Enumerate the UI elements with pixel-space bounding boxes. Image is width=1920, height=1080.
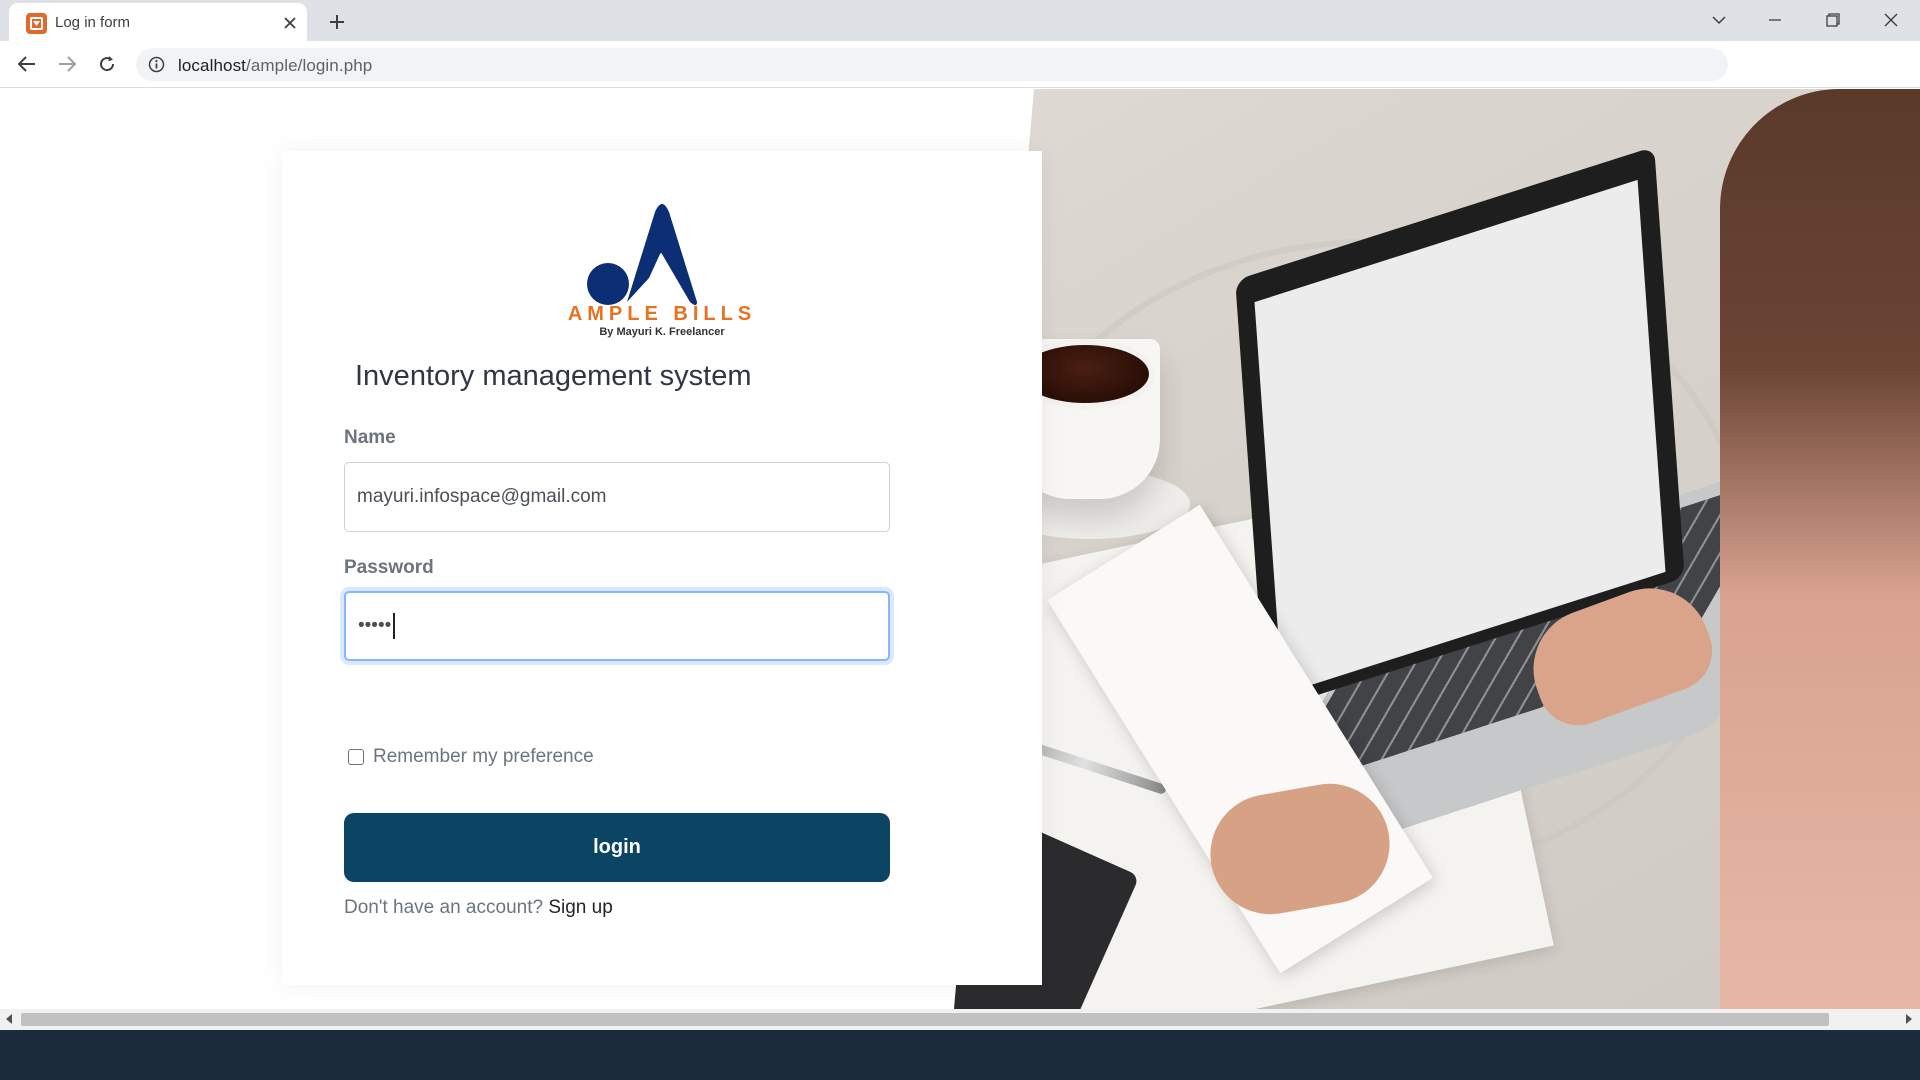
minimize-icon[interactable] <box>1752 4 1798 36</box>
brand-tagline: By Mayuri K. Freelancer <box>599 326 725 338</box>
url-path: /ample/login.php <box>246 56 373 75</box>
password-input[interactable]: ••••• <box>344 591 890 661</box>
name-input[interactable]: mayuri.infospace@gmail.com <box>344 462 890 532</box>
remember-checkbox[interactable] <box>348 749 364 765</box>
scroll-left-icon[interactable] <box>6 1014 12 1024</box>
horizontal-scrollbar[interactable] <box>0 1009 1920 1030</box>
password-input-value: ••••• <box>358 615 392 636</box>
info-icon[interactable] <box>148 56 165 73</box>
page-title: Inventory management system <box>355 360 752 392</box>
os-taskbar <box>0 1030 1920 1080</box>
remember-label[interactable]: Remember my preference <box>373 746 594 768</box>
browser-tab[interactable]: Log in form <box>9 3 307 41</box>
reload-icon[interactable] <box>92 49 122 79</box>
back-arrow-icon[interactable] <box>12 49 42 79</box>
brand-mark-icon <box>587 204 697 305</box>
photo-person <box>1720 89 1920 1009</box>
restore-icon[interactable] <box>1810 4 1856 36</box>
window-close-icon[interactable] <box>1868 4 1914 36</box>
password-label: Password <box>344 557 434 578</box>
signup-row: Don't have an account? Sign up <box>344 897 613 919</box>
forward-arrow-icon[interactable] <box>52 49 82 79</box>
favicon-icon <box>26 13 47 34</box>
close-icon[interactable] <box>279 12 301 34</box>
scrollbar-thumb[interactable] <box>21 1013 1829 1026</box>
scroll-right-icon[interactable] <box>1906 1014 1912 1024</box>
browser-toolbar: localhost/ample/login.php <box>0 41 1920 92</box>
login-button[interactable]: login <box>344 813 890 882</box>
text-caret <box>393 613 396 639</box>
browser-tab-bar: Log in form <box>0 0 1920 41</box>
chevron-down-icon[interactable] <box>1696 4 1742 36</box>
brand-name: AMPLE BILLS <box>567 303 757 325</box>
name-input-value: mayuri.infospace@gmail.com <box>357 486 607 507</box>
login-form: AMPLE BILLS By Mayuri K. Freelancer Inve… <box>282 151 1042 985</box>
url-host: localhost <box>178 56 246 75</box>
plus-icon[interactable] <box>323 8 351 36</box>
url-text: localhost/ample/login.php <box>178 56 372 76</box>
tab-title: Log in form <box>55 14 131 31</box>
signup-prompt: Don't have an account? <box>344 897 544 918</box>
name-label: Name <box>344 427 396 448</box>
brand-logo: AMPLE BILLS By Mayuri K. Freelancer <box>557 198 767 348</box>
signup-link[interactable]: Sign up <box>548 897 612 918</box>
address-bar[interactable]: localhost/ample/login.php <box>136 48 1728 81</box>
